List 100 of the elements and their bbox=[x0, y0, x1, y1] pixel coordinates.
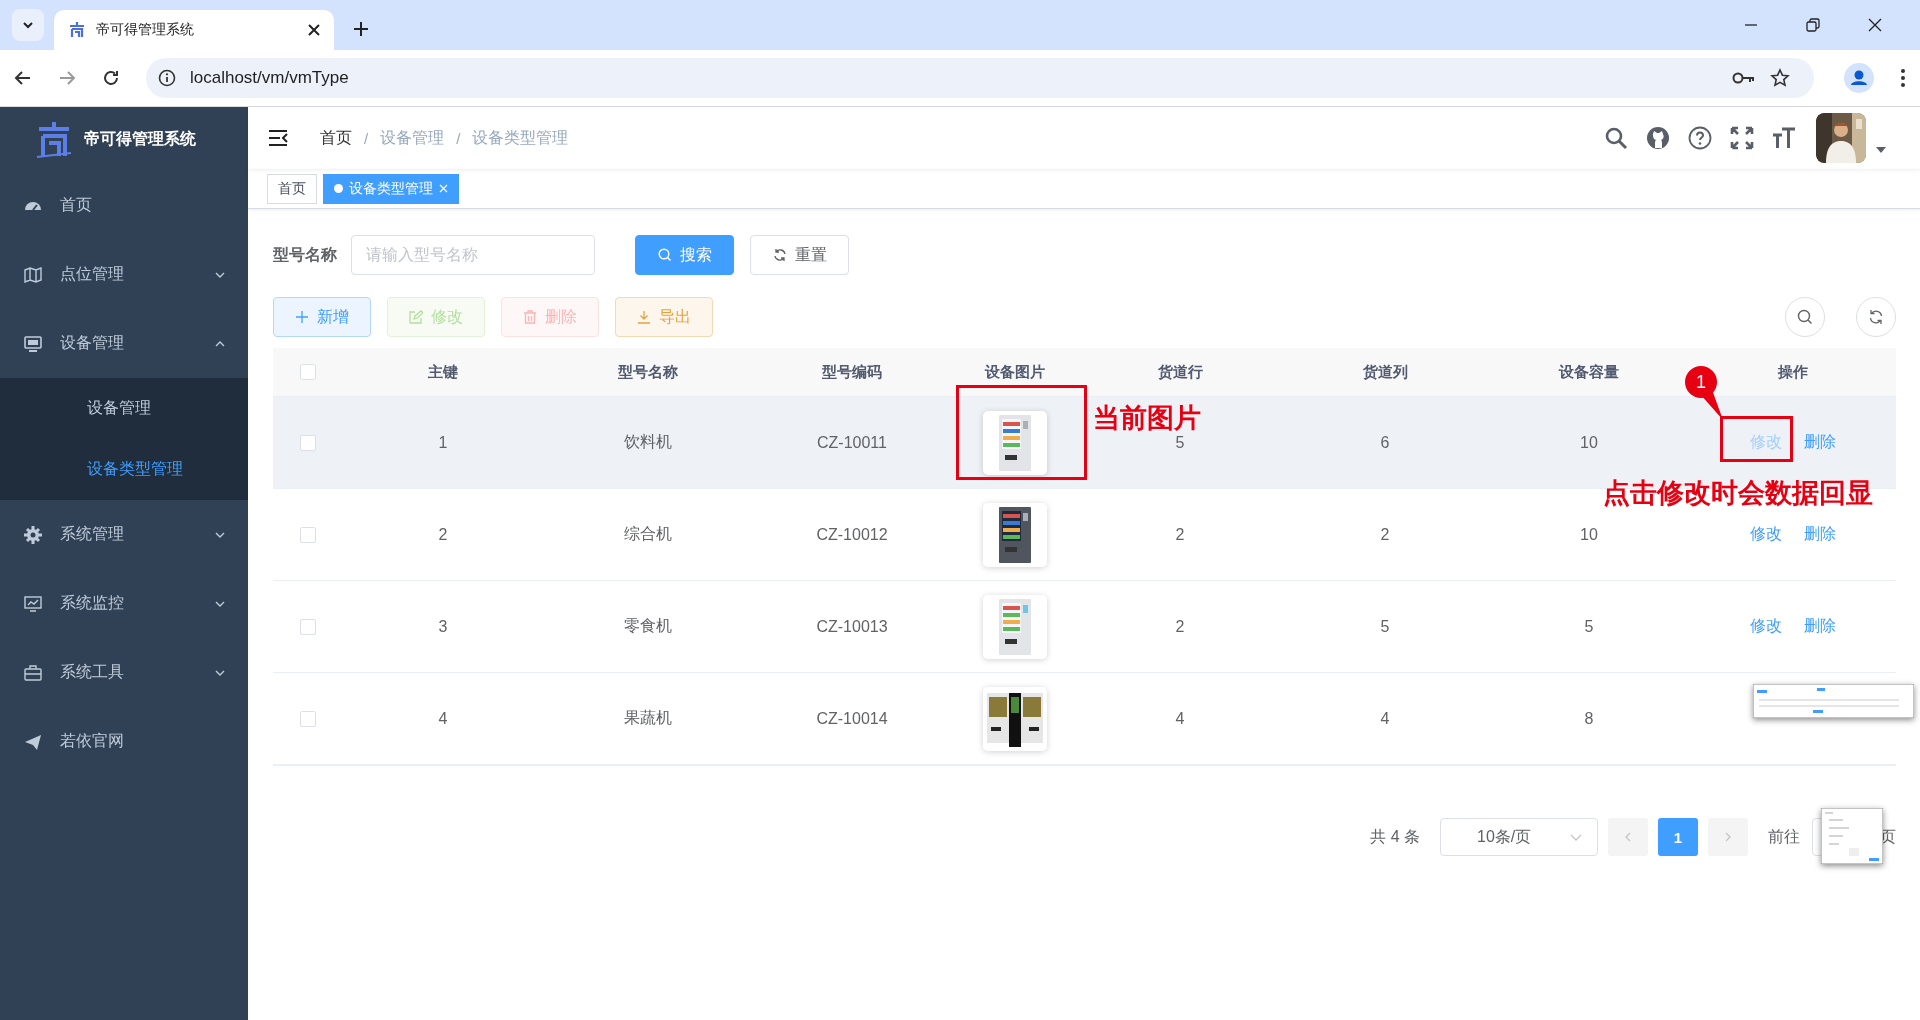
table-row[interactable]: 3 零食机 CZ-10013 2 5 5 修改 删除 bbox=[273, 581, 1896, 673]
column-header: 操作 bbox=[1778, 362, 1808, 382]
search-icon[interactable] bbox=[1604, 126, 1628, 150]
caret-icon[interactable] bbox=[1876, 147, 1886, 153]
menu-item[interactable]: 若依官网 bbox=[0, 707, 248, 776]
table-cell: 3 bbox=[438, 617, 448, 636]
menu-group[interactable]: 系统管理 bbox=[0, 500, 248, 569]
paper-plane-icon bbox=[24, 732, 42, 751]
search-icon bbox=[1797, 309, 1813, 325]
refresh-button[interactable] bbox=[1856, 297, 1896, 337]
browser-tab[interactable]: 帝可得管理系统 bbox=[54, 10, 334, 50]
search-toggle-button[interactable] bbox=[1785, 297, 1825, 337]
column-header: 主键 bbox=[428, 362, 458, 382]
address-bar[interactable]: localhost/vm/vmType bbox=[146, 58, 1814, 98]
close-icon[interactable] bbox=[1868, 18, 1882, 32]
breadcrumb-item: 设备管理 bbox=[380, 127, 445, 148]
refresh-icon bbox=[1868, 309, 1884, 325]
screenshot-toast bbox=[1821, 808, 1883, 864]
column-header: 设备容量 bbox=[1559, 362, 1619, 382]
table-cell: CZ-10012 bbox=[816, 525, 888, 544]
chevron-left-icon bbox=[1623, 832, 1633, 842]
app-title: 帝可得管理系统 bbox=[84, 128, 196, 149]
table-cell: 4 bbox=[1175, 709, 1185, 728]
plus-icon bbox=[295, 310, 309, 324]
table-cell: 5 bbox=[1380, 617, 1390, 636]
more-icon[interactable] bbox=[1900, 68, 1906, 88]
row-checkbox[interactable] bbox=[300, 526, 316, 543]
row-checkbox[interactable] bbox=[300, 710, 316, 727]
table-cell: 2 bbox=[1175, 617, 1185, 636]
table-cell: 5 bbox=[1584, 617, 1594, 636]
table-cell: 2 bbox=[1380, 525, 1390, 544]
back-icon[interactable] bbox=[14, 69, 32, 87]
page-size-select[interactable]: 10条/页 bbox=[1440, 818, 1598, 856]
trash-icon bbox=[523, 310, 537, 324]
select-all-checkbox[interactable] bbox=[300, 364, 316, 380]
monitor-icon bbox=[24, 334, 42, 353]
search-icon bbox=[657, 248, 672, 262]
table-cell-text: 综合机 bbox=[623, 524, 672, 544]
column-header: 货道行 bbox=[1157, 362, 1203, 382]
profile-icon[interactable] bbox=[1844, 63, 1874, 93]
briefcase-icon bbox=[24, 663, 42, 682]
menu-group[interactable]: 系统监控 bbox=[0, 569, 248, 638]
row-checkbox[interactable] bbox=[300, 618, 316, 635]
goto-label: 前往 bbox=[1768, 826, 1800, 847]
chevron-right-icon bbox=[1723, 832, 1733, 842]
reload-icon[interactable] bbox=[102, 69, 120, 87]
forward-icon[interactable] bbox=[58, 69, 76, 87]
menu-item[interactable]: 首页 bbox=[0, 171, 248, 240]
menu-group[interactable]: 点位管理 bbox=[0, 240, 248, 309]
annotation-text: 当前图片 bbox=[1093, 402, 1201, 435]
menu-group[interactable]: 设备管理 bbox=[0, 309, 248, 378]
table-cell: 10 bbox=[1580, 433, 1598, 452]
url-text: localhost/vm/vmType bbox=[190, 68, 349, 88]
menu-group[interactable]: 系统工具 bbox=[0, 638, 248, 707]
breadcrumb-item[interactable]: 首页 bbox=[320, 127, 352, 149]
table-cell: 8 bbox=[1584, 709, 1594, 728]
logo-icon bbox=[34, 119, 74, 159]
close-icon[interactable] bbox=[308, 24, 320, 36]
page-tab[interactable]: 首页 bbox=[267, 173, 317, 204]
field-label: 型号名称 bbox=[273, 244, 337, 265]
column-header: 型号名称 bbox=[617, 362, 678, 382]
table-cell: 4 bbox=[1380, 709, 1390, 728]
github-icon[interactable] bbox=[1646, 126, 1670, 150]
model-name-field[interactable]: 请输入型号名称 bbox=[351, 235, 595, 275]
download-icon bbox=[637, 310, 651, 324]
fullscreen-icon[interactable] bbox=[1730, 126, 1754, 150]
table-cell: CZ-10014 bbox=[816, 709, 888, 728]
menu-icon[interactable] bbox=[268, 130, 288, 146]
table-cell: 2 bbox=[438, 525, 448, 544]
key-icon[interactable] bbox=[1732, 71, 1756, 85]
row-checkbox[interactable] bbox=[300, 434, 316, 451]
table-cell: 6 bbox=[1380, 433, 1390, 452]
chart-monitor-icon bbox=[24, 594, 42, 613]
table-cell: 2 bbox=[1175, 525, 1185, 544]
table-cell-text: 果蔬机 bbox=[623, 708, 672, 728]
help-icon[interactable] bbox=[1688, 126, 1712, 150]
map-icon bbox=[24, 265, 42, 284]
font-size-icon[interactable] bbox=[1772, 126, 1796, 150]
table-cell: CZ-10011 bbox=[817, 433, 887, 452]
table-cell-text: 零食机 bbox=[623, 616, 672, 636]
star-icon[interactable] bbox=[1770, 68, 1790, 88]
breadcrumb-separator: / bbox=[456, 129, 461, 147]
breadcrumb-separator: / bbox=[364, 129, 369, 147]
table-cell: 4 bbox=[438, 709, 448, 728]
submenu-item[interactable]: 设备类型管理 bbox=[0, 439, 248, 500]
table-cell: 10 bbox=[1580, 525, 1598, 544]
tab-list-button[interactable] bbox=[12, 9, 44, 41]
table-cell: 5 bbox=[1175, 433, 1185, 452]
restore-icon[interactable] bbox=[1806, 18, 1820, 32]
column-header: 货道列 bbox=[1362, 362, 1408, 382]
info-icon[interactable] bbox=[158, 69, 176, 87]
breadcrumb-item: 设备类型管理 bbox=[472, 127, 569, 148]
column-header: 型号编码 bbox=[822, 362, 882, 382]
edit-icon bbox=[409, 310, 423, 324]
table-cell-text: 饮料机 bbox=[623, 432, 672, 452]
reset-button[interactable]: 重置 bbox=[750, 235, 849, 275]
new-tab-icon[interactable] bbox=[354, 22, 368, 36]
total-count: 共 4 条 bbox=[1370, 826, 1420, 847]
gear-icon bbox=[24, 525, 42, 544]
submenu-item[interactable]: 设备管理 bbox=[0, 378, 248, 439]
